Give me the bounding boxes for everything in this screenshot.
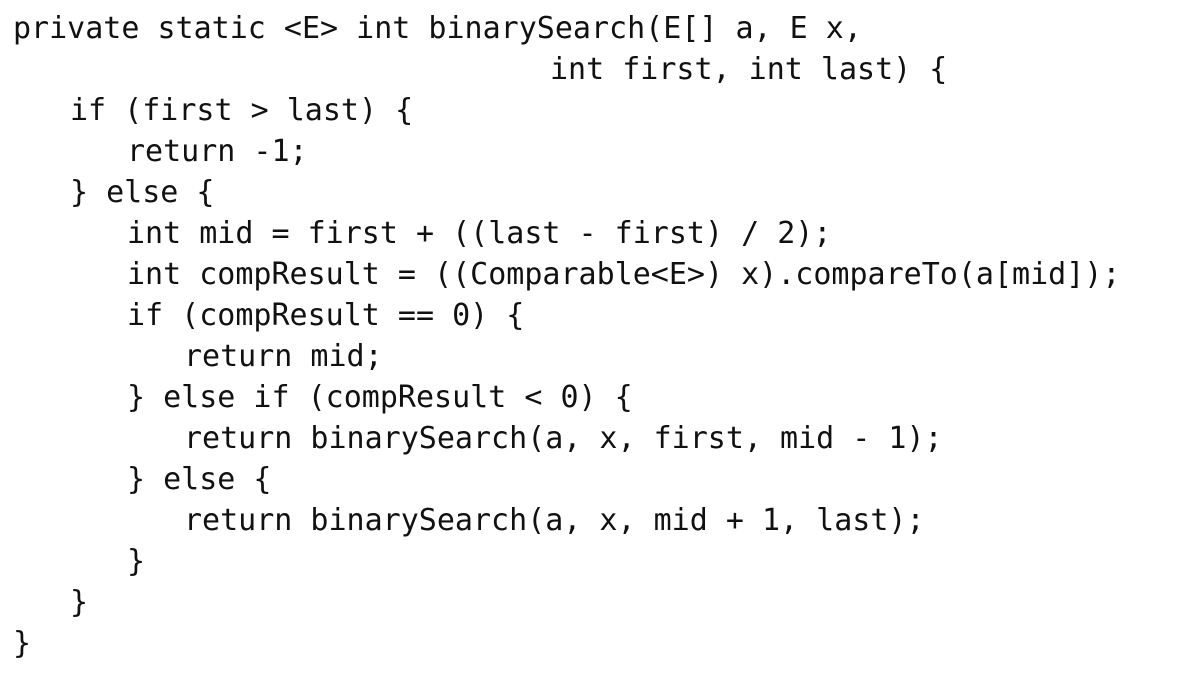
code-line-recursive-left: return binarySearch(a, x, first, mid - 1…	[184, 421, 943, 456]
code-listing: private static <E> int binarySearch(E[] …	[13, 8, 1120, 664]
code-line-mid-assignment: int mid = first + ((last - first) / 2);	[127, 216, 832, 251]
code-line-close-inner-if: }	[127, 544, 146, 579]
code-line-compresult-assignment: int compResult = ((Comparable<E>) x).com…	[127, 257, 1121, 292]
code-line-signature-continuation: int first, int last) {	[550, 52, 948, 87]
code-line-recursive-right: return binarySearch(a, x, mid + 1, last)…	[184, 503, 925, 538]
code-line-else: } else {	[70, 175, 215, 210]
code-line-return-minus-one: return -1;	[127, 134, 308, 169]
code-line-if-compresult-zero: if (compResult == 0) {	[127, 298, 525, 333]
code-line-else-if-compresult-negative: } else if (compResult < 0) {	[127, 380, 633, 415]
code-line-inner-else: } else {	[127, 462, 272, 497]
code-line-if-first-gt-last: if (first > last) {	[70, 93, 414, 128]
code-line-close-outer-if: }	[70, 585, 89, 620]
code-line-return-mid: return mid;	[184, 339, 383, 374]
code-line-method-signature: private static <E> int binarySearch(E[] …	[13, 11, 862, 46]
code-line-close-method: }	[13, 626, 32, 661]
